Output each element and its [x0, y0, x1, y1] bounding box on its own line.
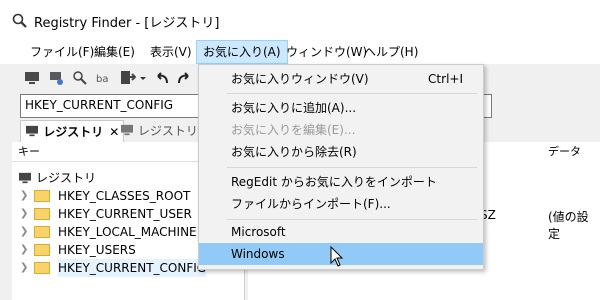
chevron-right-icon[interactable]: ❯ — [20, 241, 28, 259]
chevron-right-icon[interactable]: ❯ — [20, 205, 28, 223]
menu-item-import-regedit[interactable]: RegEdit からお気に入りをインポート — [199, 171, 483, 193]
menu-item-import-file[interactable]: ファイルからインポート(F)... — [199, 193, 483, 215]
menu-item-favorites-window[interactable]: お気に入りウィンドウ(V) Ctrl+I — [199, 68, 483, 90]
folder-icon — [34, 244, 50, 256]
svg-text:ba: ba — [96, 74, 108, 85]
address-value: HKEY_CURRENT_CONFIG — [25, 98, 174, 112]
data-column-header[interactable]: データ — [548, 142, 581, 162]
shortcut-label: Ctrl+I — [428, 72, 463, 86]
menu-bar: ファイル(F) 編集(E) 表示(V) お気に入り(A) ウィンドウ(W) ヘル… — [0, 40, 600, 64]
chevron-right-icon[interactable]: ❯ — [20, 259, 28, 277]
menu-view[interactable]: 表示(V) — [144, 40, 198, 64]
tree-root-label: レジストリ — [36, 171, 97, 185]
value-data-cell: (値の設定 — [548, 210, 589, 241]
menu-separator — [227, 93, 477, 94]
menu-item-label: ファイルからインポート(F)... — [231, 197, 391, 211]
menu-item-label: お気に入りから除去(R) — [231, 145, 357, 159]
menu-favorites[interactable]: お気に入り(A) — [196, 40, 288, 64]
magnifier-app-icon — [12, 13, 27, 28]
folder-icon — [34, 226, 50, 238]
folder-icon — [34, 190, 50, 202]
menu-item-label: RegEdit からお気に入りをインポート — [231, 175, 437, 189]
menu-edit[interactable]: 編集(E) — [88, 40, 141, 64]
tree-node-label: HKEY_USERS — [58, 243, 136, 257]
computer-icon — [121, 124, 133, 136]
export-icon[interactable] — [120, 70, 136, 86]
menu-item-label: お気に入りに追加(A)... — [231, 101, 357, 115]
menu-help[interactable]: ヘルプ(H) — [358, 40, 424, 64]
menu-item-label: お気に入りを編集(E)... — [231, 123, 356, 137]
mouse-pointer-icon — [330, 246, 344, 267]
folder-icon — [34, 208, 50, 220]
replace-icon[interactable]: ba — [96, 70, 112, 86]
menu-separator — [227, 219, 477, 220]
computer-icon — [19, 172, 31, 184]
menu-item-add-favorite[interactable]: お気に入りに追加(A)... — [199, 97, 483, 119]
menu-item-label: Microsoft — [231, 225, 286, 239]
network-computer-icon[interactable] — [48, 70, 64, 86]
computer-icon — [26, 125, 38, 137]
tree-node-label: HKEY_LOCAL_MACHINE — [58, 225, 197, 239]
menu-item-label: お気に入りウィンドウ(V) — [231, 72, 369, 86]
menu-item-microsoft[interactable]: Microsoft — [199, 221, 483, 243]
menu-item-label: Windows — [231, 247, 285, 261]
undo-icon[interactable] — [154, 70, 170, 86]
window-title: Registry Finder - [レジストリ] — [34, 16, 220, 31]
favorites-dropdown-menu: お気に入りウィンドウ(V) Ctrl+I お気に入りに追加(A)... お気に入… — [198, 64, 484, 270]
find-icon[interactable] — [72, 70, 88, 86]
tree-node-label: HKEY_CURRENT_CONFIG — [58, 259, 207, 277]
chevron-right-icon[interactable]: ❯ — [20, 223, 28, 241]
tree-node-label: HKEY_CLASSES_ROOT — [58, 189, 191, 203]
menu-item-remove-favorite[interactable]: お気に入りから除去(R) — [199, 141, 483, 163]
dropdown-arrow-icon[interactable] — [138, 70, 148, 86]
title-bar: Registry Finder - [レジストリ] — [0, 0, 600, 40]
menu-separator — [227, 167, 477, 168]
tab-registry[interactable]: レジストリ ✕ — [20, 120, 125, 143]
computer-icon[interactable] — [24, 70, 40, 86]
menu-item-edit-favorites: お気に入りを編集(E)... — [199, 119, 483, 141]
tree-node-label: HKEY_CURRENT_USER — [58, 207, 192, 221]
tab-label: レジストリ — [43, 125, 104, 139]
redo-icon[interactable] — [176, 70, 192, 86]
chevron-right-icon[interactable]: ❯ — [20, 187, 28, 205]
folder-icon — [34, 262, 50, 274]
